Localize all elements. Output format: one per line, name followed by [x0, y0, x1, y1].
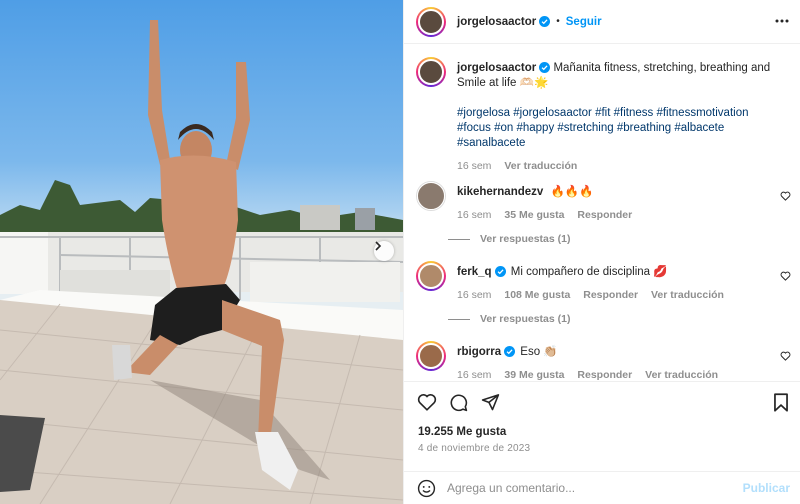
comment-text: Eso 👏🏼 [520, 346, 558, 358]
comment-meta: 16 sem 35 Me gusta Responder [457, 208, 777, 223]
commenter-avatar[interactable] [416, 261, 446, 291]
verified-badge-icon [504, 346, 516, 357]
translate-link[interactable]: Ver traducción [645, 369, 718, 380]
commenter-avatar[interactable] [416, 341, 446, 371]
post-header: jorgelosaactor • Seguir [404, 0, 800, 44]
comment-likes[interactable]: 35 Me gusta [504, 209, 564, 221]
caption-translate-link[interactable]: Ver traducción [504, 160, 577, 172]
verified-badge-icon [539, 16, 551, 27]
comment-like-heart-icon[interactable] [780, 351, 791, 361]
reply-link[interactable]: Responder [577, 209, 632, 221]
publish-button[interactable]: Publicar [743, 481, 790, 495]
view-replies-button[interactable]: Ver respuestas (1) [448, 313, 570, 325]
follow-button[interactable]: Seguir [566, 16, 602, 28]
reply-link[interactable]: Responder [583, 289, 638, 301]
commenter-avatar[interactable] [416, 181, 446, 211]
comment-time[interactable]: 16 sem [457, 369, 491, 380]
comment-meta: 16 sem 39 Me gusta Responder Ver traducc… [457, 368, 777, 380]
heart-icon[interactable] [417, 393, 437, 411]
comment-meta: 16 sem 108 Me gusta Responder Ver traduc… [457, 288, 777, 303]
replies-divider [448, 318, 470, 320]
caption-meta: 16 sem Ver traducción [457, 159, 777, 174]
comment-like-heart-icon[interactable] [780, 191, 791, 201]
add-comment-bar: Publicar [404, 471, 800, 504]
comment-text: Mi compañero de disciplina 💋 [510, 266, 668, 278]
man-doing-lunge-stretch-on-rooftop [0, 20, 403, 504]
caption-time[interactable]: 16 sem [457, 160, 491, 172]
view-replies-label: Ver respuestas (1) [480, 313, 571, 325]
author-avatar[interactable] [416, 6, 446, 37]
bookmark-icon[interactable] [773, 393, 789, 412]
view-replies-label: Ver respuestas (1) [480, 233, 571, 245]
translate-link[interactable]: Ver traducción [651, 289, 724, 301]
comment-username[interactable]: ferk_q [457, 266, 492, 278]
comment-icon[interactable] [449, 393, 468, 412]
comment-input[interactable] [447, 481, 737, 495]
comment-likes[interactable]: 39 Me gusta [504, 369, 564, 380]
carousel-next-button[interactable] [374, 241, 394, 261]
comment-username[interactable]: rbigorra [457, 346, 501, 358]
share-icon[interactable] [481, 393, 500, 411]
comment-time[interactable]: 16 sem [457, 209, 491, 221]
comment-time[interactable]: 16 sem [457, 289, 491, 301]
post-like-count[interactable]: 19.255 Me gusta [418, 426, 506, 438]
header-separator: • [556, 16, 560, 27]
comment-like-heart-icon[interactable] [780, 271, 791, 281]
replies-divider [448, 238, 470, 240]
post-photo [0, 0, 403, 504]
more-options-icon[interactable] [775, 14, 789, 28]
verified-badge-icon [539, 62, 551, 73]
emoji-icon[interactable] [417, 479, 436, 498]
post-actions: 19.255 Me gusta 4 de noviembre de 2023 [404, 381, 800, 471]
post-panel: jorgelosaactor • Seguir jorgelosaactor M… [403, 0, 800, 504]
comments-list[interactable]: jorgelosaactor Mañanita fitness, stretch… [404, 45, 800, 380]
verified-badge-icon [494, 266, 506, 277]
post-date[interactable]: 4 de noviembre de 2023 [418, 443, 530, 454]
comment-username[interactable]: kikehernandezv [457, 186, 543, 198]
comment-likes[interactable]: 108 Me gusta [504, 289, 570, 301]
caption-hashtags[interactable]: #jorgelosa #jorgelosaactor #fit #fitness… [457, 106, 777, 151]
comment-text: 🔥🔥🔥 [550, 186, 594, 198]
chevron-right-icon [375, 241, 382, 251]
author-username[interactable]: jorgelosaactor [457, 16, 536, 28]
caption-avatar[interactable] [416, 57, 446, 87]
view-replies-button[interactable]: Ver respuestas (1) [448, 233, 570, 245]
caption-username[interactable]: jorgelosaactor [457, 62, 536, 74]
reply-link[interactable]: Responder [577, 369, 632, 380]
